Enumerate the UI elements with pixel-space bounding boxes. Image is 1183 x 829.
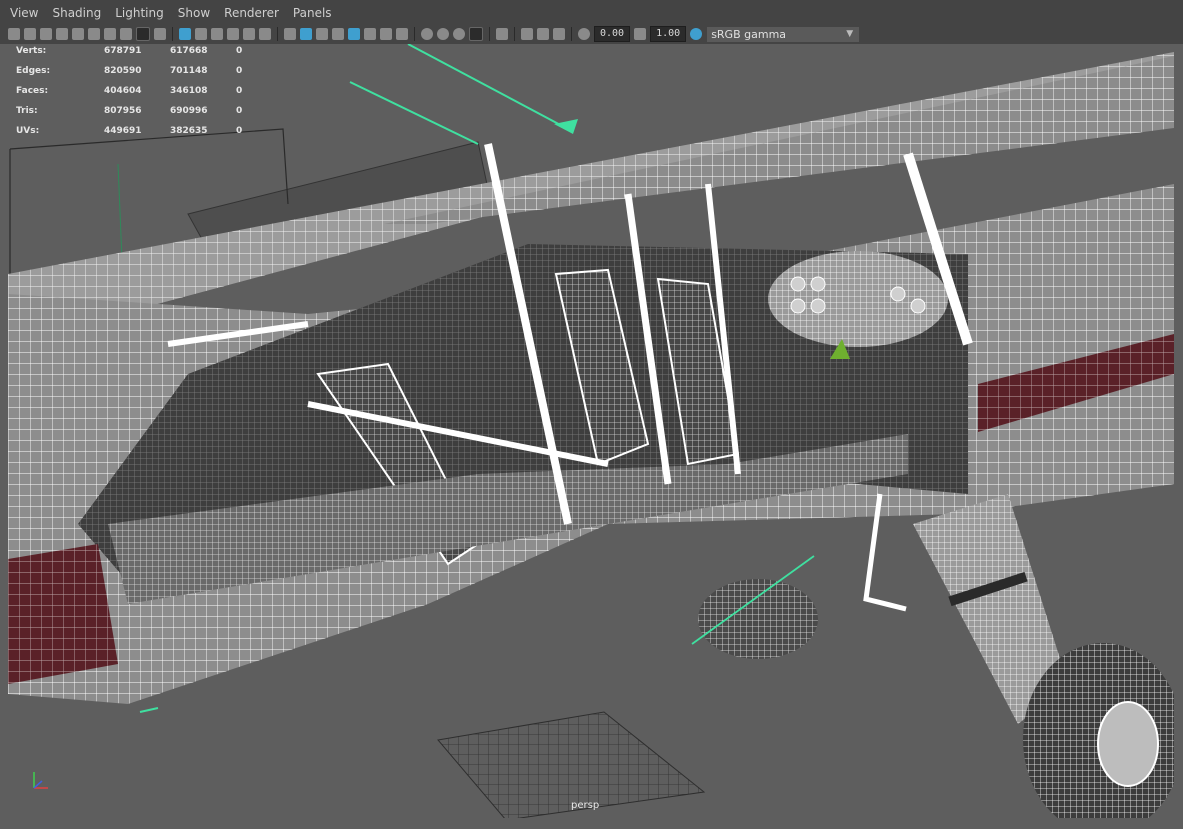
- 3d-viewport[interactable]: [8, 44, 1174, 818]
- airplane-wireframe-scene: [8, 44, 1174, 818]
- hud-row-faces: Faces: 404604 346108 0: [16, 84, 276, 104]
- hud-value: 690996: [170, 106, 208, 116]
- camera-name-label: persp: [571, 800, 600, 811]
- menu-lighting[interactable]: Lighting: [115, 6, 164, 20]
- hud-value: 678791: [104, 46, 142, 56]
- poly-count-hud: Verts: 678791 617668 0 Edges: 820590 701…: [16, 44, 276, 144]
- color-space-value: sRGB gamma: [711, 27, 787, 41]
- ambient-occlusion-icon[interactable]: [421, 28, 433, 40]
- hud-value: 382635: [170, 126, 208, 136]
- hud-row-uvs: UVs: 449691 382635 0: [16, 124, 276, 144]
- xray-active-icon[interactable]: [553, 28, 565, 40]
- hud-label: Verts:: [16, 46, 47, 56]
- hud-value: 0: [236, 86, 243, 96]
- hud-value: 807956: [104, 106, 142, 116]
- control-line: [349, 81, 479, 145]
- toolbar-separator: [277, 27, 278, 41]
- film-gate-icon[interactable]: [88, 28, 100, 40]
- toolbar-separator: [571, 27, 572, 41]
- hud-value: 346108: [170, 86, 208, 96]
- instrument-panel-wire: [768, 251, 948, 347]
- menu-shading[interactable]: Shading: [52, 6, 101, 20]
- exposure-field[interactable]: 0.00: [594, 26, 631, 42]
- menu-show[interactable]: Show: [178, 6, 210, 20]
- isolate-icon[interactable]: [227, 28, 239, 40]
- toolbar-separator: [414, 27, 415, 41]
- color-management-icon[interactable]: [690, 28, 703, 40]
- wireframe-on-shaded-icon[interactable]: [348, 28, 360, 40]
- frame-selected-icon[interactable]: [211, 28, 223, 40]
- depth-of-field-icon[interactable]: [469, 27, 483, 41]
- text-icon[interactable]: [259, 28, 271, 40]
- exposure-icon[interactable]: [578, 28, 590, 40]
- xray-joints-icon[interactable]: [537, 28, 549, 40]
- menu-panels[interactable]: Panels: [293, 6, 332, 20]
- menu-view[interactable]: View: [10, 6, 38, 20]
- main-wheel-hub: [1097, 701, 1159, 787]
- motion-blur-icon[interactable]: [437, 28, 449, 40]
- hud-icon[interactable]: [243, 28, 255, 40]
- hud-value: 0: [236, 46, 243, 56]
- tail-stripe-wire: [8, 544, 118, 684]
- control-line: [407, 44, 569, 130]
- anti-aliasing-icon[interactable]: [453, 28, 465, 40]
- hud-row-edges: Edges: 820590 701148 0: [16, 64, 276, 84]
- image-plane-icon[interactable]: [56, 28, 68, 40]
- toolbar-separator: [514, 27, 515, 41]
- hud-value: 820590: [104, 66, 142, 76]
- grid-toggle-icon[interactable]: [179, 28, 191, 40]
- hud-row-tris: Tris: 807956 690996 0: [16, 104, 276, 124]
- toolbar-separator: [489, 27, 490, 41]
- wireframe-icon[interactable]: [284, 28, 296, 40]
- bookmark-icon[interactable]: [40, 28, 52, 40]
- gamma-icon[interactable]: [634, 28, 647, 40]
- view-axis-icon: [33, 772, 48, 789]
- toolbar-separator: [172, 27, 173, 41]
- grid-view-icon[interactable]: [72, 28, 84, 40]
- resolution-gate-icon[interactable]: [104, 28, 116, 40]
- hud-value: 449691: [104, 126, 142, 136]
- shadows-icon[interactable]: [396, 28, 408, 40]
- gate-mask-icon[interactable]: [120, 28, 132, 40]
- hud-value: 0: [236, 66, 243, 76]
- frame-all-icon[interactable]: [195, 28, 207, 40]
- chevron-down-icon: ▼: [846, 28, 854, 39]
- hud-value: 701148: [170, 66, 208, 76]
- hud-row-verts: Verts: 678791 617668 0: [16, 44, 276, 64]
- hud-label: UVs:: [16, 126, 40, 136]
- color-space-dropdown[interactable]: sRGB gamma ▼: [707, 26, 860, 42]
- hud-value: 0: [236, 126, 243, 136]
- xray-icon[interactable]: [521, 28, 533, 40]
- select-camera-icon[interactable]: [8, 28, 20, 40]
- selected-marker: [554, 119, 578, 134]
- hud-label: Tris:: [16, 106, 38, 116]
- textured-icon[interactable]: [364, 28, 376, 40]
- hud-label: Edges:: [16, 66, 51, 76]
- isolate-select-icon[interactable]: [496, 28, 508, 40]
- hud-value: 0: [236, 106, 243, 116]
- smooth-shade-icon[interactable]: [300, 28, 312, 40]
- menu-renderer[interactable]: Renderer: [224, 6, 279, 20]
- camera-attributes-icon[interactable]: [24, 28, 36, 40]
- control-line: [139, 707, 159, 713]
- safe-action-icon[interactable]: [154, 28, 166, 40]
- bounding-box-icon[interactable]: [332, 28, 344, 40]
- hud-label: Faces:: [16, 86, 49, 96]
- hud-value: 617668: [170, 46, 208, 56]
- lighting-icon[interactable]: [380, 28, 392, 40]
- panel-toolbar: 0.00 1.00 sRGB gamma ▼: [0, 24, 1183, 44]
- field-chart-icon[interactable]: [136, 27, 150, 41]
- hud-value: 404604: [104, 86, 142, 96]
- panel-menubar: View Shading Lighting Show Renderer Pane…: [0, 0, 1183, 26]
- flat-shade-icon[interactable]: [316, 28, 328, 40]
- rear-wheel-wire: [698, 579, 818, 659]
- gamma-field[interactable]: 1.00: [650, 26, 687, 42]
- maya-viewport-panel: View Shading Lighting Show Renderer Pane…: [0, 0, 1183, 829]
